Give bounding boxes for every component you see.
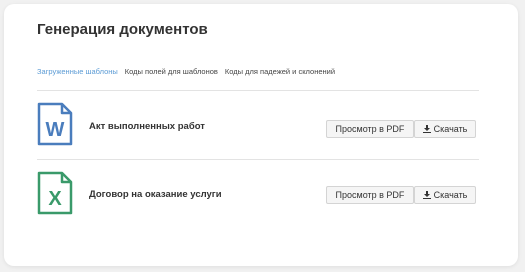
preview-pdf-button[interactable]: Просмотр в PDF [326,120,414,138]
document-name: Договор на оказание услуги [89,189,222,200]
download-label: Скачать [433,124,468,134]
tabs-bar: Загруженные шаблоны Коды полей для шабло… [37,67,342,76]
download-button[interactable]: Скачать [414,186,476,204]
download-label: Скачать [433,190,468,200]
download-icon [422,125,431,133]
svg-text:X: X [48,188,62,210]
word-file-icon: W [37,102,73,146]
divider [37,159,479,160]
excel-file-icon: X [37,171,73,215]
download-button[interactable]: Скачать [414,120,476,138]
tab-case-codes[interactable]: Коды для падежей и склонений [225,67,335,76]
page-title: Генерация документов [37,21,208,38]
preview-pdf-button[interactable]: Просмотр в PDF [326,186,414,204]
tab-field-codes[interactable]: Коды полей для шаблонов [125,67,218,76]
download-icon [422,191,431,199]
svg-text:W: W [46,119,65,141]
divider [37,90,479,91]
tab-uploaded-templates[interactable]: Загруженные шаблоны [37,67,118,76]
documents-card: Генерация документов Загруженные шаблоны… [4,4,518,266]
document-name: Акт выполненных работ [89,121,205,132]
